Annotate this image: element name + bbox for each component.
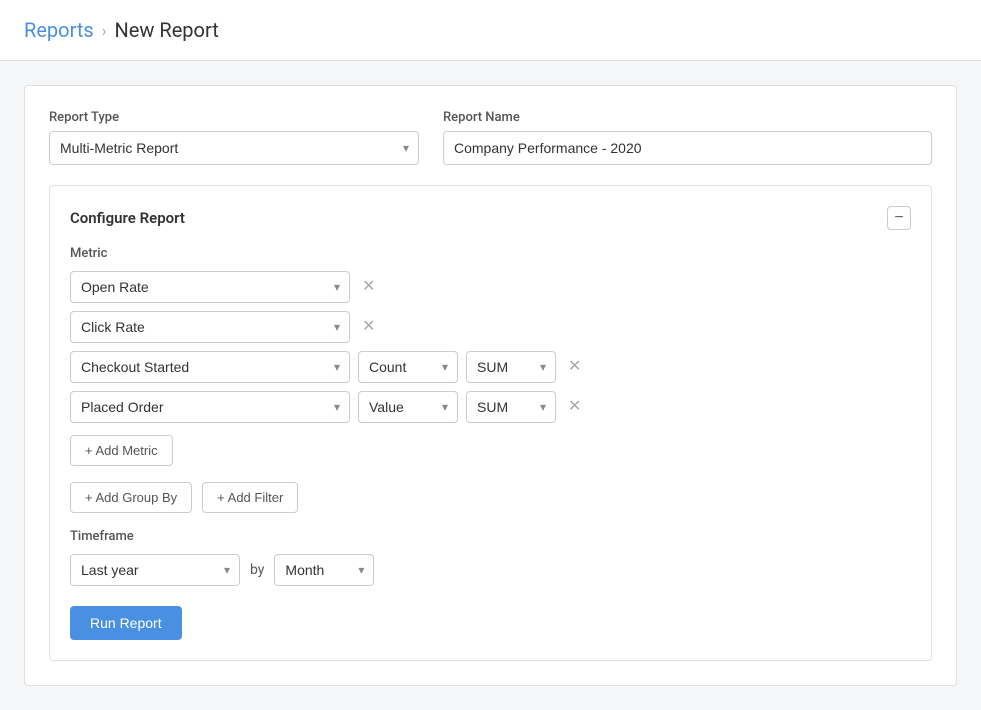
report-type-select-wrapper: Multi-Metric Report Single Metric Report… xyxy=(49,131,419,165)
metric-4-select-wrapper: Placed Order Open Rate Click Rate Checko… xyxy=(70,391,350,423)
metric-3-sum-wrapper: SUM AVG MIN MAX xyxy=(466,351,556,383)
metric-row-4: Placed Order Open Rate Click Rate Checko… xyxy=(70,391,911,423)
metric-4-sum-wrapper: SUM AVG MIN MAX xyxy=(466,391,556,423)
metric-2-select[interactable]: Click Rate Open Rate Checkout Started Pl… xyxy=(70,311,350,343)
add-filter-button[interactable]: + Add Filter xyxy=(202,482,298,513)
metric-3-select[interactable]: Checkout Started Open Rate Click Rate Pl… xyxy=(70,351,350,383)
report-type-group: Report Type Multi-Metric Report Single M… xyxy=(49,110,419,165)
metric-1-select[interactable]: Open Rate Click Rate Checkout Started Pl… xyxy=(70,271,350,303)
page-content: Report Type Multi-Metric Report Single M… xyxy=(0,61,981,710)
page-header: Reports › New Report xyxy=(0,0,981,61)
report-type-select[interactable]: Multi-Metric Report Single Metric Report… xyxy=(49,131,419,165)
top-form-row: Report Type Multi-Metric Report Single M… xyxy=(49,110,932,165)
timeframe-row: Last year Last month Last week This year… xyxy=(70,554,911,586)
metric-4-agg-select[interactable]: Value Count Unique xyxy=(358,391,458,423)
report-name-group: Report Name xyxy=(443,110,932,165)
timeframe-select-wrapper: Last year Last month Last week This year… xyxy=(70,554,240,586)
metric-3-agg-select[interactable]: Count Value Unique xyxy=(358,351,458,383)
metric-3-agg-wrapper: Count Value Unique xyxy=(358,351,458,383)
period-select-wrapper: Month Week Day Quarter xyxy=(274,554,374,586)
metric-2-remove-button[interactable]: ✕ xyxy=(358,315,379,339)
configure-card: Configure Report − Metric Open Rate Clic… xyxy=(49,185,932,661)
report-name-input[interactable] xyxy=(443,131,932,165)
configure-title: Configure Report xyxy=(70,209,185,227)
metric-4-sum-select[interactable]: SUM AVG MIN MAX xyxy=(466,391,556,423)
collapse-button[interactable]: − xyxy=(887,206,911,230)
timeframe-section: Timeframe Last year Last month Last week… xyxy=(70,529,911,586)
breadcrumb-parent[interactable]: Reports xyxy=(24,18,94,42)
group-filter-row: + Add Group By + Add Filter xyxy=(70,482,911,513)
period-select[interactable]: Month Week Day Quarter xyxy=(274,554,374,586)
metric-4-remove-button[interactable]: ✕ xyxy=(564,395,585,419)
metric-4-select[interactable]: Placed Order Open Rate Click Rate Checko… xyxy=(70,391,350,423)
metric-row-1: Open Rate Click Rate Checkout Started Pl… xyxy=(70,271,911,303)
by-label: by xyxy=(250,562,264,578)
metric-3-select-wrapper: Checkout Started Open Rate Click Rate Pl… xyxy=(70,351,350,383)
metric-1-select-wrapper: Open Rate Click Rate Checkout Started Pl… xyxy=(70,271,350,303)
timeframe-select[interactable]: Last year Last month Last week This year… xyxy=(70,554,240,586)
metric-4-agg-wrapper: Value Count Unique xyxy=(358,391,458,423)
metric-3-remove-button[interactable]: ✕ xyxy=(564,355,585,379)
configure-header: Configure Report − xyxy=(70,206,911,230)
metric-1-remove-button[interactable]: ✕ xyxy=(358,275,379,299)
add-metric-button[interactable]: + Add Metric xyxy=(70,435,173,466)
timeframe-label: Timeframe xyxy=(70,529,911,544)
metric-3-sum-select[interactable]: SUM AVG MIN MAX xyxy=(466,351,556,383)
metric-row-2: Click Rate Open Rate Checkout Started Pl… xyxy=(70,311,911,343)
breadcrumb-chevron: › xyxy=(102,21,107,40)
breadcrumb-current: New Report xyxy=(115,18,219,42)
metric-2-select-wrapper: Click Rate Open Rate Checkout Started Pl… xyxy=(70,311,350,343)
run-report-button[interactable]: Run Report xyxy=(70,606,182,640)
metric-row-3: Checkout Started Open Rate Click Rate Pl… xyxy=(70,351,911,383)
main-card: Report Type Multi-Metric Report Single M… xyxy=(24,85,957,686)
metric-section-label: Metric xyxy=(70,246,911,261)
add-group-by-button[interactable]: + Add Group By xyxy=(70,482,192,513)
report-type-label: Report Type xyxy=(49,110,419,125)
report-name-label: Report Name xyxy=(443,110,932,125)
